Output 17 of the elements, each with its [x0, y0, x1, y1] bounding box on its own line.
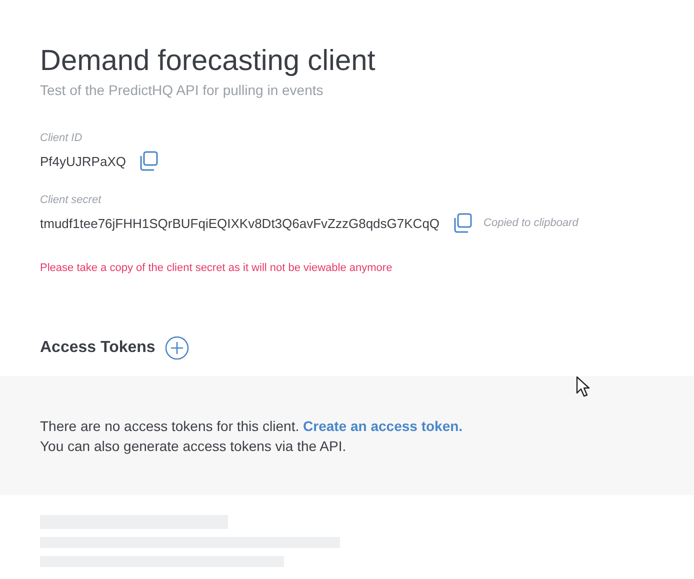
field-value: Pf4yUJRPaXQ [40, 154, 126, 168]
page-subtitle: Test of the PredictHQ API for pulling in events [40, 82, 324, 98]
section-heading: Access Tokens [40, 339, 156, 357]
empty-message: There are no access tokens for this client. Create an access token. You can also generate access tokens via the API. [40, 417, 464, 456]
copied-note: Copied to clipboard [484, 217, 578, 229]
copy-button[interactable] [138, 150, 160, 172]
field-value: tmudf1tee76jFHH1SQrBUFqiEQIXKv8Dt3Q6avFvZzzG8qdsG7KCqQ [40, 216, 440, 230]
field-label: Client ID [40, 132, 84, 144]
copy-button[interactable] [452, 212, 474, 234]
field-label: Client secret [40, 194, 102, 206]
copy-icon [138, 150, 160, 172]
create-token-link[interactable]: Create an access token. [303, 418, 463, 434]
plus-icon [165, 336, 190, 360]
warning-message: Please take a copy of the client secret as it will not be viewable anymore [40, 262, 394, 274]
add-button[interactable] [165, 336, 190, 360]
page-title: Demand forecasting client [40, 44, 376, 79]
copy-icon [452, 212, 474, 234]
